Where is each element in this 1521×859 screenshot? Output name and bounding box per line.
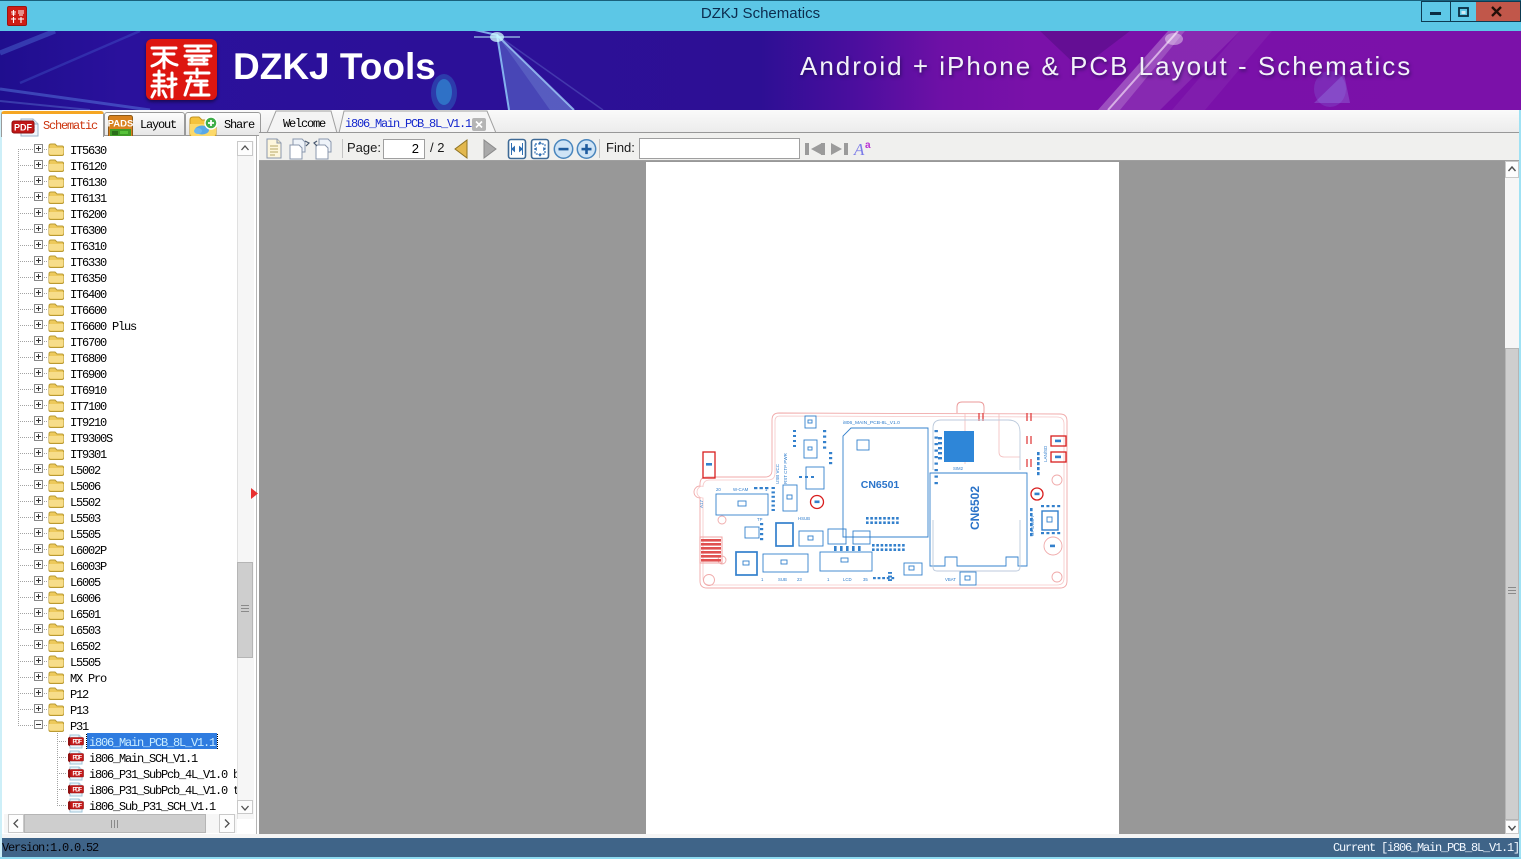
svg-text:20: 20 bbox=[716, 487, 721, 492]
svg-text:A: A bbox=[853, 140, 865, 159]
svg-text:i806_Main_PCB_8L_V1.1: i806_Main_PCB_8L_V1.1 bbox=[345, 117, 472, 131]
svg-text:a: a bbox=[865, 140, 871, 151]
svg-text:35: 35 bbox=[863, 577, 868, 582]
svg-text:USB VCC: USB VCC bbox=[775, 463, 780, 484]
svg-text:SUB: SUB bbox=[778, 577, 787, 582]
svg-text:PADS: PADS bbox=[108, 119, 133, 130]
svg-text:CN6502: CN6502 bbox=[968, 486, 982, 530]
svg-text:LAN/SD: LAN/SD bbox=[1043, 445, 1048, 462]
svg-text:LCD: LCD bbox=[843, 577, 852, 582]
svg-text:SIM2: SIM2 bbox=[953, 466, 964, 471]
svg-text:TP: TP bbox=[757, 517, 763, 522]
svg-text:GPS/WIFI: GPS/WIFI bbox=[1030, 516, 1035, 536]
svg-text:23: 23 bbox=[797, 577, 802, 582]
svg-text:1: 1 bbox=[827, 577, 830, 582]
svg-text:1: 1 bbox=[761, 577, 764, 582]
svg-text:CN6501: CN6501 bbox=[861, 479, 900, 491]
svg-text:A17: A17 bbox=[699, 499, 704, 508]
svg-text:PDF: PDF bbox=[14, 123, 33, 133]
svg-text:RST CTP PWR: RST CTP PWR bbox=[783, 452, 788, 484]
svg-text:VBAT: VBAT bbox=[945, 577, 956, 582]
svg-text:Welcome: Welcome bbox=[283, 117, 326, 131]
svg-text:HSUB: HSUB bbox=[798, 516, 810, 521]
svg-text:W-CAM: W-CAM bbox=[733, 487, 749, 492]
svg-text:i806_MAIN_PCB-8L_V1.0: i806_MAIN_PCB-8L_V1.0 bbox=[843, 420, 900, 426]
